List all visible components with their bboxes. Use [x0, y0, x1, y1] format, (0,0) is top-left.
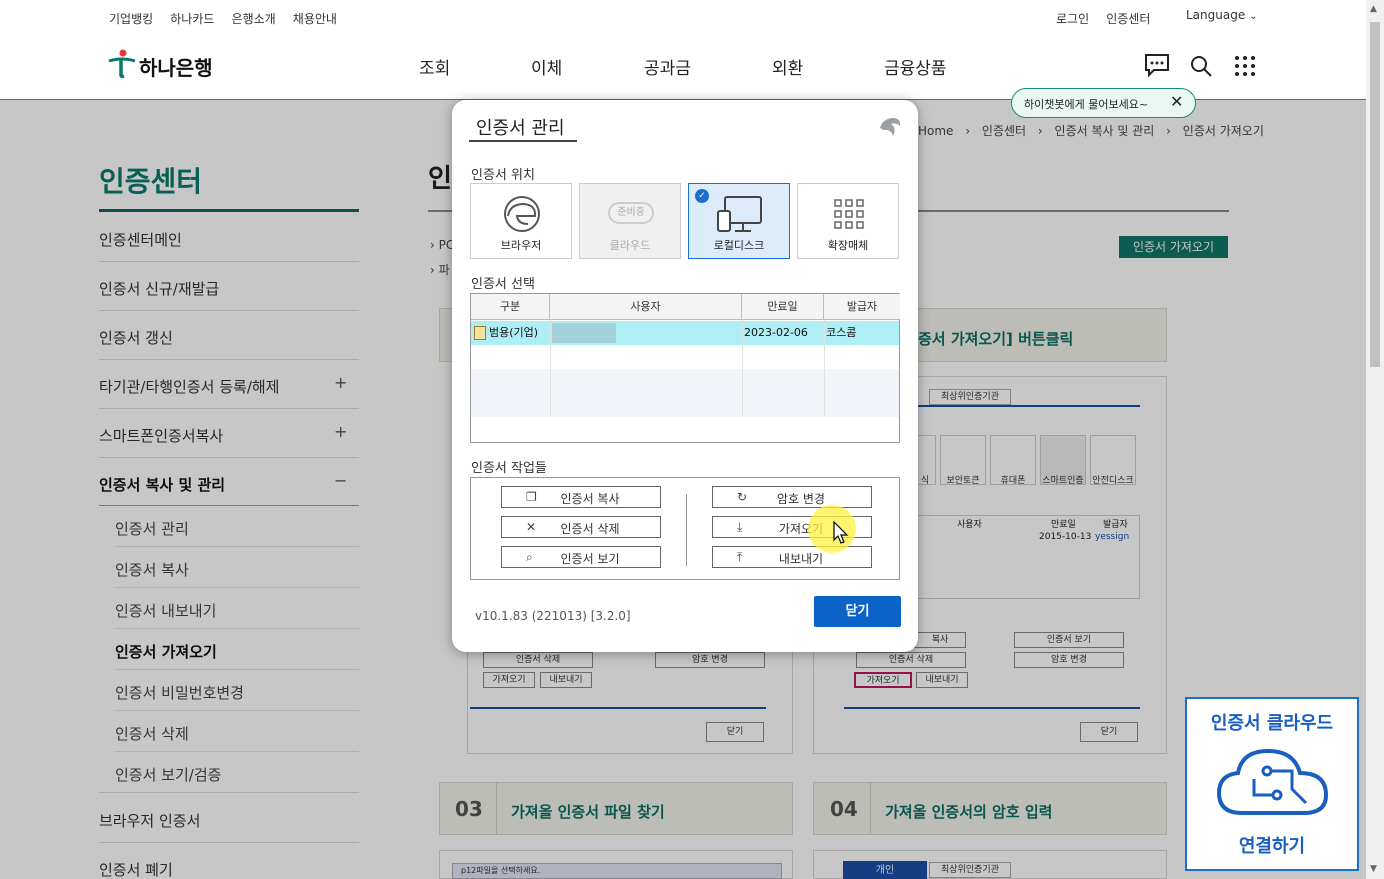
gnb-utility-bills[interactable]: 공과금: [644, 54, 691, 79]
util-link-about[interactable]: 은행소개: [232, 12, 276, 26]
ops-label: 인증서 작업들: [471, 461, 547, 476]
ops-divider: [686, 494, 687, 566]
edge-browser-icon: [504, 196, 540, 232]
col-divider: [550, 320, 551, 417]
table-row-empty: [471, 345, 899, 369]
col-header-type: 구분: [471, 294, 550, 320]
scroll-down-icon[interactable]: ▼: [1370, 864, 1377, 874]
location-local-disk[interactable]: ✓ 로컬디스크: [688, 183, 790, 259]
delete-cert-button[interactable]: ✕ 인증서 삭제: [501, 516, 661, 538]
coming-soon-cloud-icon: 준비중: [608, 202, 654, 224]
location-extended-label: 확장매체: [827, 239, 869, 252]
cell-issuer: 코스콤: [826, 326, 857, 339]
cell-type: 범용(기업): [489, 326, 539, 339]
check-icon: ✓: [695, 189, 709, 203]
location-local-disk-label: 로컬디스크: [713, 239, 765, 252]
scrollbar-thumb[interactable]: [1370, 22, 1380, 367]
chatbot-tooltip-text: 하이챗봇에게 물어보세요~: [1024, 98, 1149, 111]
logo[interactable]: 하나은행: [107, 48, 227, 80]
cloud-banner-action: 연결하기: [1238, 836, 1306, 857]
cert-icon: [474, 326, 486, 340]
version-text: v10.1.83 (221013) [3.2.0]: [475, 609, 631, 623]
cert-cloud-banner[interactable]: 인증서 클라우드 연결하기: [1185, 697, 1359, 871]
chatbot-icon[interactable]: [1144, 53, 1170, 78]
table-row-empty: [471, 369, 899, 393]
brand-name: 하나은행: [139, 56, 213, 80]
language-select[interactable]: Language ⌄: [1186, 8, 1257, 22]
cert-manager-dialog: 인증서 관리 인증서 위치 브라우저 준비중 클라우드 ✓ 로컬디스크 확장매체…: [452, 100, 918, 652]
location-browser[interactable]: 브라우저: [470, 183, 572, 259]
col-header-expiry: 만료일: [742, 294, 824, 320]
close-icon[interactable]: ✕: [1170, 92, 1183, 111]
grid-icon: [834, 199, 864, 229]
close-button[interactable]: 닫기: [814, 596, 901, 627]
scroll-up-icon[interactable]: ▲: [1370, 4, 1377, 14]
col-header-user: 사용자: [550, 294, 742, 320]
cell-user-masked: [552, 323, 616, 343]
search-icon[interactable]: [1189, 54, 1213, 78]
cell-expiry: 2023-02-06: [744, 326, 808, 339]
local-disk-icon: [717, 196, 762, 232]
util-nav: 기업뱅킹 하나카드 은행소개 채용안내: [109, 8, 337, 27]
gnb-foreign-exchange[interactable]: 외환: [772, 54, 803, 79]
col-divider: [824, 320, 825, 417]
util-link-card[interactable]: 하나카드: [170, 12, 214, 26]
location-cloud: 준비중 클라우드: [579, 183, 681, 259]
change-password-button[interactable]: ↻ 암호 변경: [712, 486, 872, 508]
location-cloud-label: 클라우드: [609, 239, 651, 252]
cloud-icon: [1216, 748, 1329, 815]
util-link-careers[interactable]: 채용안내: [293, 12, 337, 26]
copy-cert-button[interactable]: ❐ 인증서 복사: [501, 486, 661, 508]
login-link[interactable]: 로그인: [1056, 12, 1089, 26]
location-label: 인증서 위치: [471, 168, 535, 183]
export-cert-button[interactable]: ⤒ 내보내기: [712, 546, 872, 568]
util-right: 로그인 인증센터: [1056, 8, 1150, 27]
all-menu-icon[interactable]: [1234, 55, 1256, 77]
gnb-transfer[interactable]: 이체: [531, 54, 562, 79]
view-cert-button[interactable]: ⌕ 인증서 보기: [501, 546, 661, 568]
location-browser-label: 브라우저: [500, 239, 542, 252]
table-row[interactable]: 범용(기업) 2023-02-06 코스콤: [471, 321, 899, 345]
mouse-cursor-icon: [833, 521, 849, 544]
chevron-down-icon: ⌄: [1249, 11, 1258, 22]
col-divider: [742, 320, 743, 417]
location-extended-media[interactable]: 확장매체: [797, 183, 899, 259]
col-header-issuer: 발급자: [824, 294, 900, 320]
cert-table: 구분 사용자 만료일 발급자 범용(기업) 2023-02-06 코스콤: [470, 293, 900, 443]
table-row-empty: [471, 393, 899, 417]
gnb-financial-products[interactable]: 금융상품: [884, 54, 947, 79]
select-label: 인증서 선택: [471, 277, 535, 292]
cert-center-link[interactable]: 인증센터: [1106, 12, 1150, 26]
dolphin-logo-icon: [880, 118, 901, 136]
language-label: Language: [1186, 8, 1246, 22]
dialog-title: 인증서 관리: [476, 118, 565, 139]
chatbot-tooltip: 하이챗봇에게 물어보세요~ ✕: [1011, 88, 1196, 118]
util-link-corporate[interactable]: 기업뱅킹: [109, 12, 153, 26]
dialog-title-underline: [469, 140, 577, 142]
cloud-banner-title: 인증서 클라우드: [1210, 713, 1334, 734]
gnb-inquiry[interactable]: 조회: [419, 54, 450, 79]
hana-logo-icon: [108, 49, 136, 78]
